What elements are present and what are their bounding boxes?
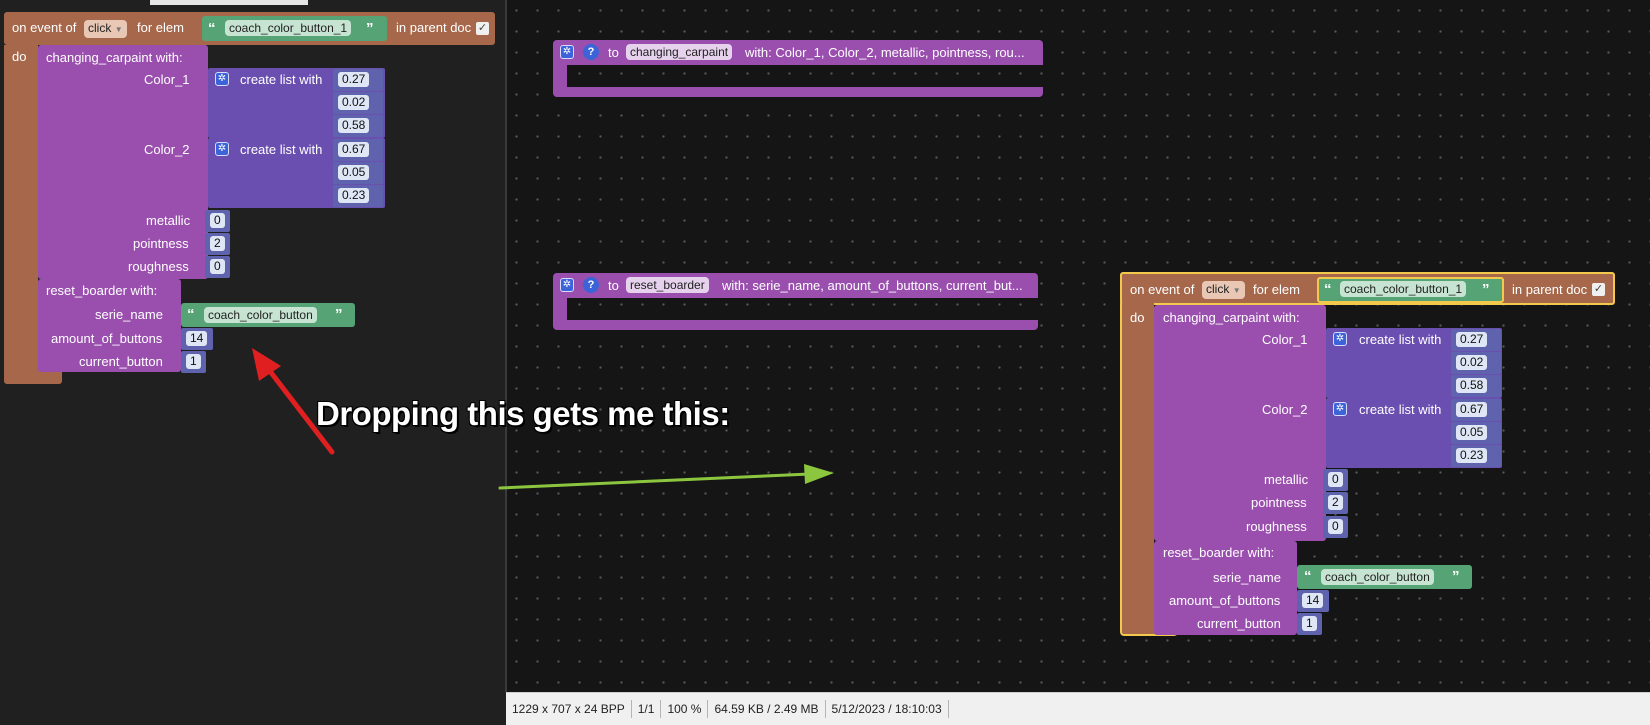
- green-arrow: [498, 464, 834, 490]
- status-size: 64.59 KB / 2.49 MB: [708, 700, 826, 718]
- status-dimensions: 1229 x 707 x 24 BPP: [506, 700, 632, 718]
- annotation-caption: Dropping this gets me this:: [316, 395, 730, 432]
- status-datetime: 5/12/2023 / 18:10:03: [826, 700, 949, 718]
- status-zoom: 100 %: [661, 700, 709, 718]
- annotation-arrows: [252, 348, 834, 490]
- status-page: 1/1: [632, 700, 662, 718]
- status-bar: 1229 x 707 x 24 BPP 1/1 100 % 64.59 KB /…: [506, 692, 1650, 725]
